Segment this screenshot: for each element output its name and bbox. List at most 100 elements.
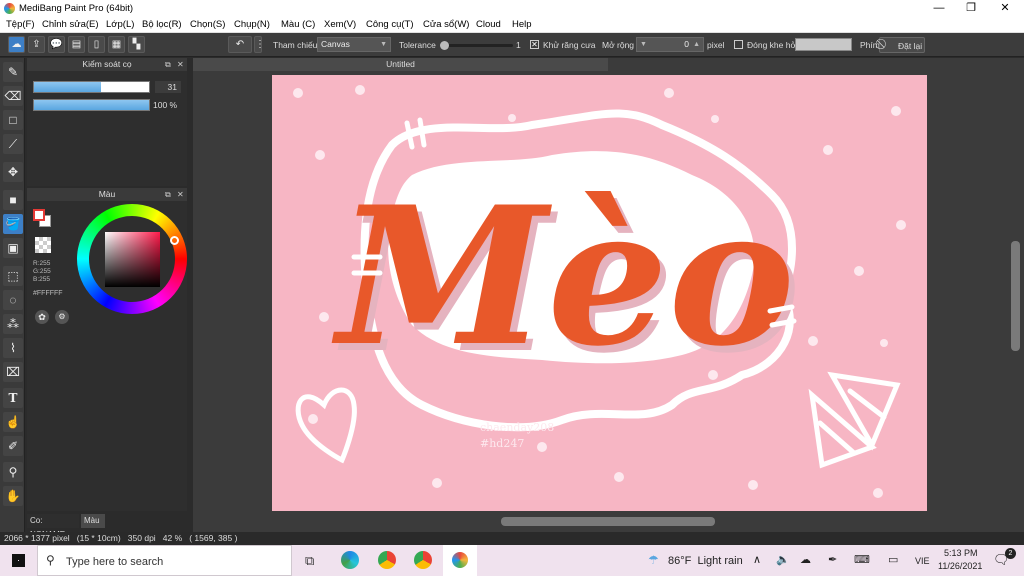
antialias-checkbox[interactable]: ✕ — [530, 40, 539, 49]
speaker-icon[interactable]: 🔈 — [776, 553, 790, 566]
brush-tab[interactable]: Co: NONAME — [27, 514, 79, 539]
opacity-slider[interactable] — [33, 99, 150, 111]
operation-tool-icon[interactable]: ☝ — [3, 412, 23, 432]
menu-capture[interactable]: Chụp(N) — [234, 19, 270, 30]
divide-tool-icon[interactable]: ✐ — [3, 436, 23, 456]
transparent-swatch[interactable] — [35, 237, 51, 253]
title-bar: MediBang Paint Pro (64bit) — ❐ ✕ — [0, 0, 1024, 17]
shape-tool-icon[interactable]: ■ — [3, 190, 23, 210]
comment-icon[interactable]: 💬 — [48, 36, 65, 53]
close-gap-slider[interactable] — [795, 38, 852, 51]
horizontal-scroll-thumb[interactable] — [501, 517, 715, 526]
chevron-down-icon: ▼ — [640, 41, 647, 48]
keyboard-icon[interactable]: ⌨ — [854, 553, 870, 566]
medibang-taskbar-button[interactable] — [443, 545, 477, 576]
language-indicator[interactable]: VIE — [915, 556, 930, 566]
cloud-icon[interactable]: ☁ — [8, 36, 25, 53]
minimize-button[interactable]: — — [922, 0, 956, 17]
horizontal-scrollbar[interactable] — [193, 516, 1009, 527]
panel-close-icon[interactable]: ✕ — [177, 188, 184, 201]
menu-color[interactable]: Màu (C) — [281, 19, 315, 30]
brush-size-slider[interactable] — [33, 81, 150, 93]
share-icon[interactable]: ⇪ — [28, 36, 45, 53]
chevron-up-icon[interactable]: ∧ — [753, 553, 761, 566]
vertical-scroll-thumb[interactable] — [1011, 241, 1020, 351]
cloud-sync-icon[interactable]: ☁ — [800, 553, 811, 566]
menu-file[interactable]: Tệp(F) — [6, 19, 35, 30]
display-icon[interactable]: ▭ — [888, 553, 898, 566]
chrome-icon[interactable] — [378, 551, 396, 569]
close-gap-checkbox[interactable] — [734, 40, 743, 49]
tolerance-label: Tolerance — [399, 40, 436, 50]
saturation-square[interactable] — [105, 232, 160, 287]
chevron-down-icon: ▼ — [380, 41, 387, 48]
layout-icon[interactable]: ▚ — [128, 36, 145, 53]
eraser-tool-icon[interactable]: ⌫ — [3, 86, 23, 106]
popout-icon[interactable]: ⧉ — [165, 188, 171, 201]
color-tab[interactable]: Màu — [81, 514, 105, 528]
page-icon[interactable]: ▯ — [88, 36, 105, 53]
pen-icon[interactable]: ✒ — [828, 553, 837, 566]
gradient-tool-icon[interactable]: ▣ — [3, 238, 23, 258]
panel-close-icon[interactable]: ✕ — [177, 58, 184, 71]
eyedropper-tool-icon[interactable]: ⚲ — [3, 462, 23, 482]
hand-tool-icon[interactable]: ✋ — [3, 486, 23, 506]
reference-value: Canvas — [321, 39, 350, 49]
tolerance-slider[interactable] — [440, 41, 513, 50]
menu-select[interactable]: Chọn(S) — [190, 19, 225, 30]
redo-icon[interactable]: ⋮ — [254, 36, 265, 53]
reset-button[interactable]: ⃠ Đặt lại — [879, 37, 925, 53]
chrome-icon[interactable] — [414, 551, 432, 569]
chat-icon[interactable]: ▤ — [68, 36, 85, 53]
dot-tool-icon[interactable]: □ — [3, 110, 23, 130]
document-tab[interactable]: Untitled — [193, 58, 608, 71]
select-tool-icon[interactable]: ⬚ — [3, 266, 23, 286]
menu-cloud[interactable]: Cloud — [476, 19, 501, 30]
medibang-icon — [452, 552, 468, 568]
task-view-icon[interactable]: ⧉ — [305, 553, 314, 569]
canvas[interactable]: Mèo Mèo chaenday208 #hd247 — [272, 75, 927, 511]
notification-badge: 2 — [1005, 548, 1016, 559]
tolerance-slider-handle[interactable] — [440, 41, 449, 50]
expand-unit: pixel — [707, 40, 725, 50]
grid-icon[interactable]: ▦ — [108, 36, 125, 53]
expand-stepper[interactable]: ▼ 0 ▲ — [636, 37, 704, 52]
menu-edit[interactable]: Chỉnh sửa(E) — [42, 19, 99, 30]
text-tool-icon[interactable]: T — [3, 388, 23, 408]
magic-wand-tool-icon[interactable]: ⁂ — [3, 314, 23, 334]
menu-help[interactable]: Help — [512, 19, 532, 30]
maximize-button[interactable]: ❐ — [954, 0, 988, 17]
foreground-color-swatch[interactable] — [33, 209, 45, 221]
menu-window[interactable]: Cửa sổ(W) — [423, 19, 469, 30]
rgb-readout: R:255 G:255 B:255 — [33, 260, 51, 284]
reference-select[interactable]: Canvas ▼ — [317, 37, 391, 52]
clock-date[interactable]: 11/26/2021 — [938, 561, 982, 571]
popout-icon[interactable]: ⧉ — [165, 58, 171, 71]
edge-icon[interactable] — [341, 551, 359, 569]
weather-text[interactable]: 86°F Light rain — [668, 555, 743, 567]
stroke-tool-icon[interactable]: ⟋ — [3, 134, 23, 154]
select-pen-tool-icon[interactable]: ⌇ — [3, 338, 23, 358]
green-value: G:255 — [33, 268, 51, 275]
undo-icon[interactable]: ↶ — [228, 36, 252, 53]
menu-tools[interactable]: Công cụ(T) — [366, 19, 414, 30]
hue-wheel[interactable] — [77, 204, 187, 314]
palette-icon[interactable]: ✿ — [35, 310, 49, 324]
menu-filter[interactable]: Bộ lọc(R) — [142, 19, 182, 30]
hue-handle[interactable] — [170, 236, 179, 245]
clock-time[interactable]: 5:13 PM — [944, 548, 978, 558]
brush-size-value[interactable]: 31 — [155, 81, 181, 93]
menu-view[interactable]: Xem(V) — [324, 19, 356, 30]
artwork: Mèo Mèo chaenday208 #hd247 — [272, 75, 927, 511]
palette-settings-icon[interactable]: ⚙ — [55, 310, 69, 324]
close-button[interactable]: ✕ — [988, 0, 1022, 17]
windows-start-icon[interactable] — [12, 554, 25, 567]
move-tool-icon[interactable]: ✥ — [3, 162, 23, 182]
fill-tool-icon[interactable]: 🪣 — [3, 214, 23, 234]
menu-layer[interactable]: Lớp(L) — [106, 19, 134, 30]
brush-tool-icon[interactable]: ✎ — [3, 62, 23, 82]
taskbar-search[interactable]: ⚲ Type here to search — [37, 545, 292, 576]
select-eraser-tool-icon[interactable]: ⌧ — [3, 362, 23, 382]
vertical-scrollbar[interactable] — [1009, 71, 1022, 518]
lasso-tool-icon[interactable]: ◌ — [3, 290, 23, 310]
